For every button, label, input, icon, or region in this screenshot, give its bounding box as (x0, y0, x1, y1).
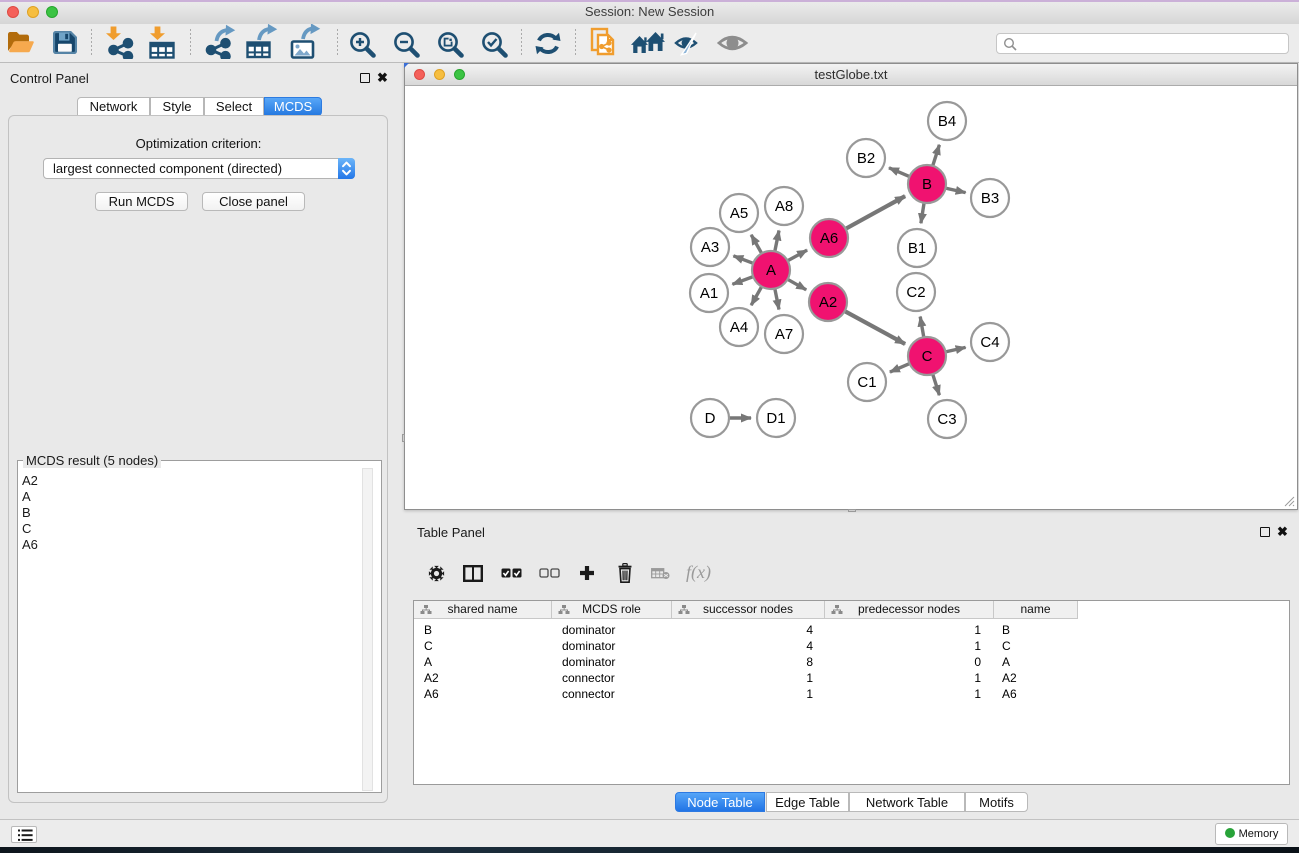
svg-text:A8: A8 (775, 198, 793, 215)
svg-text:D1: D1 (766, 410, 785, 427)
svg-text:B2: B2 (857, 150, 875, 167)
svg-text:A: A (766, 262, 776, 279)
svg-text:A3: A3 (701, 239, 719, 256)
svg-text:C: C (922, 348, 933, 365)
svg-text:B1: B1 (908, 240, 926, 257)
svg-text:C1: C1 (857, 374, 876, 391)
svg-text:C2: C2 (906, 284, 925, 301)
svg-text:A4: A4 (730, 319, 748, 336)
svg-text:C4: C4 (980, 334, 999, 351)
svg-text:A7: A7 (775, 326, 793, 343)
svg-text:A5: A5 (730, 205, 748, 222)
svg-text:B4: B4 (938, 113, 956, 130)
svg-text:A2: A2 (819, 294, 837, 311)
svg-text:D: D (705, 410, 716, 427)
svg-text:B: B (922, 176, 932, 193)
svg-text:A1: A1 (700, 285, 718, 302)
svg-text:C3: C3 (937, 411, 956, 428)
svg-text:A6: A6 (820, 230, 838, 247)
svg-text:B3: B3 (981, 190, 999, 207)
